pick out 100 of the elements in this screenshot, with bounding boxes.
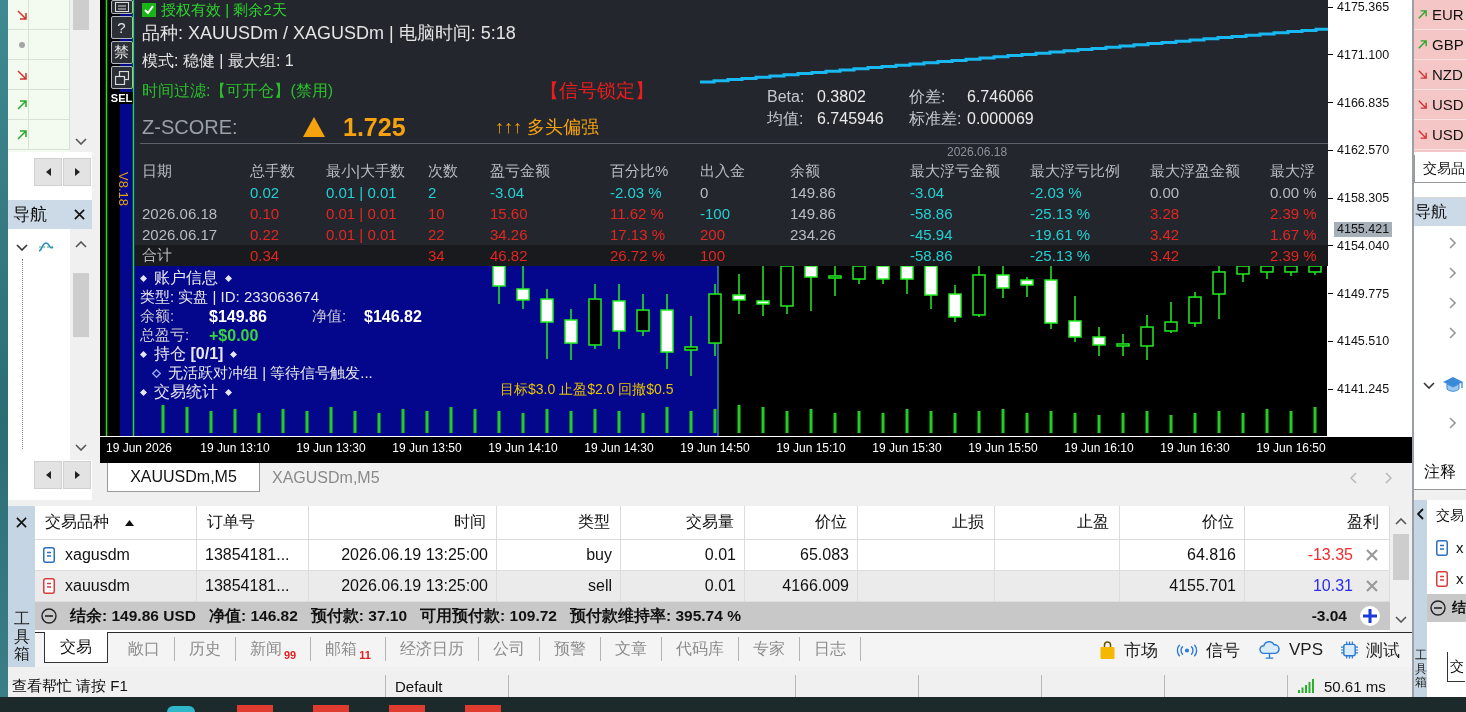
time-axis-label: 19 Jun 14:30 [584, 441, 654, 455]
volume-bar [257, 413, 261, 433]
close-position-button[interactable] [1365, 579, 1379, 593]
price-axis-label: 4171.100 [1328, 47, 1390, 62]
scroll-right-button[interactable] [63, 158, 91, 186]
column-header[interactable]: 交易 [1436, 507, 1464, 525]
window-button[interactable] [110, 66, 133, 89]
volume-bar [593, 409, 597, 433]
table-cell: 0.00 % [1270, 184, 1317, 201]
volume-bar [1313, 407, 1317, 433]
add-button[interactable] [1360, 606, 1380, 626]
symbol-name: EUR [1432, 6, 1464, 23]
table-cell: 100 [700, 247, 726, 264]
scroll-left-button[interactable] [34, 158, 62, 186]
scroll-right-button[interactable] [63, 461, 91, 489]
scrollbar-track[interactable] [1390, 506, 1412, 632]
scrollbar-track[interactable] [70, 0, 92, 152]
volume-bar [761, 407, 765, 433]
symbol-name: USD [1432, 96, 1464, 113]
table-cell: 11.62 % [610, 205, 664, 222]
document-icon [1436, 539, 1448, 556]
graduation-cap-icon[interactable] [1442, 376, 1464, 394]
panel-button[interactable]: ? [110, 16, 133, 39]
price-axis-label: 4175.365 [1328, 0, 1390, 14]
stat-value: 6.745946 [817, 110, 885, 128]
help-hint: 查看帮忙 请按 F1 [12, 676, 128, 696]
position-status: 无活跃对冲组 | 等待信号触发... [168, 364, 373, 383]
column-header: 最大浮亏比例 [1030, 162, 1120, 179]
chevron-right-icon[interactable] [1449, 297, 1456, 309]
column-header: 最大浮盈金额 [1150, 162, 1240, 179]
scrollbar-thumb[interactable] [73, 0, 89, 30]
covered-candle [1284, 265, 1298, 277]
table-cell: 200 [700, 226, 726, 243]
volume-bar [1049, 411, 1053, 433]
table-row[interactable]: xagusdm 13854181... 2026.06.19 13:25:00 buy 0.01 65.083 64.816 -13.35 [35, 540, 1390, 571]
table-row[interactable]: xauusdm 13854181... 2026.06.19 13:25:00 sell 0.01 4166.009 4155.701 10.31 [35, 571, 1390, 602]
close-button[interactable] [72, 207, 86, 222]
symbol-name: NZD [1432, 66, 1463, 83]
covered-candle [1260, 265, 1274, 280]
chevron-down-icon[interactable] [16, 243, 28, 251]
collapse-icon[interactable] [1430, 600, 1446, 616]
close-button[interactable] [14, 515, 29, 529]
volume-bar [497, 411, 501, 433]
diamond-icon [140, 351, 147, 358]
close-icon [16, 516, 27, 528]
chevron-left-icon[interactable] [1417, 508, 1424, 520]
chevron-down-icon[interactable] [1423, 381, 1435, 389]
scrollbar-thumb[interactable] [73, 273, 89, 337]
table-cell: 0.22 [250, 226, 280, 243]
volume-bar [617, 411, 621, 433]
stat-label: 标准差: [909, 108, 963, 129]
panel-button[interactable]: 禁 [110, 41, 133, 64]
column-header: 总手数 [250, 162, 295, 179]
scrollbar-thumb[interactable] [1393, 534, 1409, 580]
toolbox-link[interactable]: VPS [1257, 640, 1323, 660]
signal-lock-status: 【信号锁定】 [540, 79, 654, 103]
table-cell: -25.13 % [1030, 205, 1091, 222]
table-cell: 0.10 [250, 205, 280, 222]
wave-icon[interactable] [38, 241, 54, 253]
price-axis-label: 4145.510 [1328, 334, 1390, 349]
toolbox-link[interactable]: 测试 [1341, 638, 1400, 662]
version-label: V8.18 [116, 172, 131, 206]
chart-tab[interactable]: XAUUSDm,M5 [107, 463, 260, 492]
list-button[interactable] [110, 0, 133, 14]
select-label: SEL [109, 92, 134, 104]
table-cell: 34 [428, 247, 445, 264]
tab[interactable]: 交易 [44, 632, 108, 663]
scrollbar-track[interactable] [70, 229, 92, 460]
down-arrow-icon [16, 68, 28, 81]
chevron-right-icon [1385, 471, 1392, 484]
chevron-right-icon[interactable] [1449, 267, 1456, 279]
covered-candle [1236, 265, 1250, 283]
table-cell: -58.86 [910, 205, 953, 222]
tab[interactable]: 交 [1447, 652, 1465, 682]
time-axis-label: 19 Jun 15:30 [872, 441, 942, 455]
table-cell: 0.01 | 0.01 [326, 184, 397, 201]
volume-bar [1097, 415, 1101, 433]
candle [1092, 326, 1106, 357]
volume-bar [305, 411, 309, 433]
chevron-right-icon[interactable] [1449, 237, 1456, 249]
table-cell: xauusdm [65, 577, 130, 595]
chevron-right-icon[interactable] [1449, 327, 1456, 339]
down-arrow-icon [1417, 69, 1428, 80]
collapse-icon[interactable] [41, 608, 57, 624]
table-cell: 149.86 [790, 205, 836, 222]
table-cell: 0.34 [250, 247, 280, 264]
tab[interactable]: 交易品 [1414, 155, 1466, 183]
candle [1068, 295, 1082, 343]
time-axis-label: 19 Jun 14:50 [680, 441, 750, 455]
toolbox-link[interactable]: 市场 [1098, 638, 1158, 662]
candle [732, 273, 746, 315]
scroll-left-button[interactable] [34, 461, 62, 489]
candle [948, 284, 962, 323]
table-cell: -58.86 [910, 247, 953, 264]
app-icon[interactable] [167, 706, 195, 712]
zscore-label: Z-SCORE: [142, 115, 239, 139]
section-heading: 交易统计 [154, 382, 218, 402]
chevron-right-icon[interactable] [1449, 417, 1456, 429]
close-position-button[interactable] [1365, 548, 1379, 562]
toolbox-link[interactable]: 信号 [1175, 638, 1240, 662]
